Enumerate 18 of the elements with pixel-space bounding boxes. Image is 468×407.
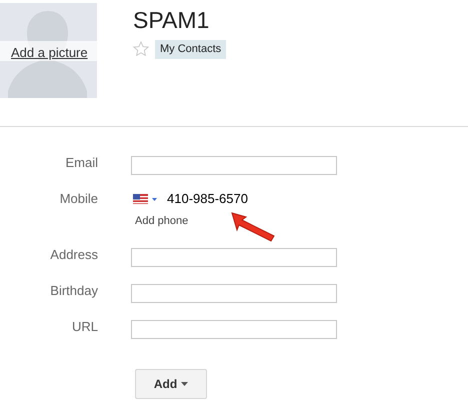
field-label: URL [70,318,98,336]
star-icon[interactable] [133,41,149,58]
pointer-arrow [230,210,276,242]
contact-name: SPAM1 [133,6,210,34]
add-phone-link[interactable]: Add phone [135,213,188,230]
input-field[interactable] [131,320,337,338]
field-label: Mobile [58,190,98,208]
flag-dropdown-icon[interactable] [133,194,159,204]
field-label: Birthday [49,282,98,300]
input-field[interactable] [131,248,337,266]
group-tag[interactable]: My Contacts [155,40,226,58]
caret-icon [181,382,188,386]
add-button[interactable]: Add [135,369,207,399]
input-field[interactable] [131,284,337,302]
field-label: Address [49,246,98,264]
field-label: Email [64,154,98,172]
phone-number[interactable]: 410-985-6570 [167,188,248,208]
input-field[interactable] [131,156,337,174]
